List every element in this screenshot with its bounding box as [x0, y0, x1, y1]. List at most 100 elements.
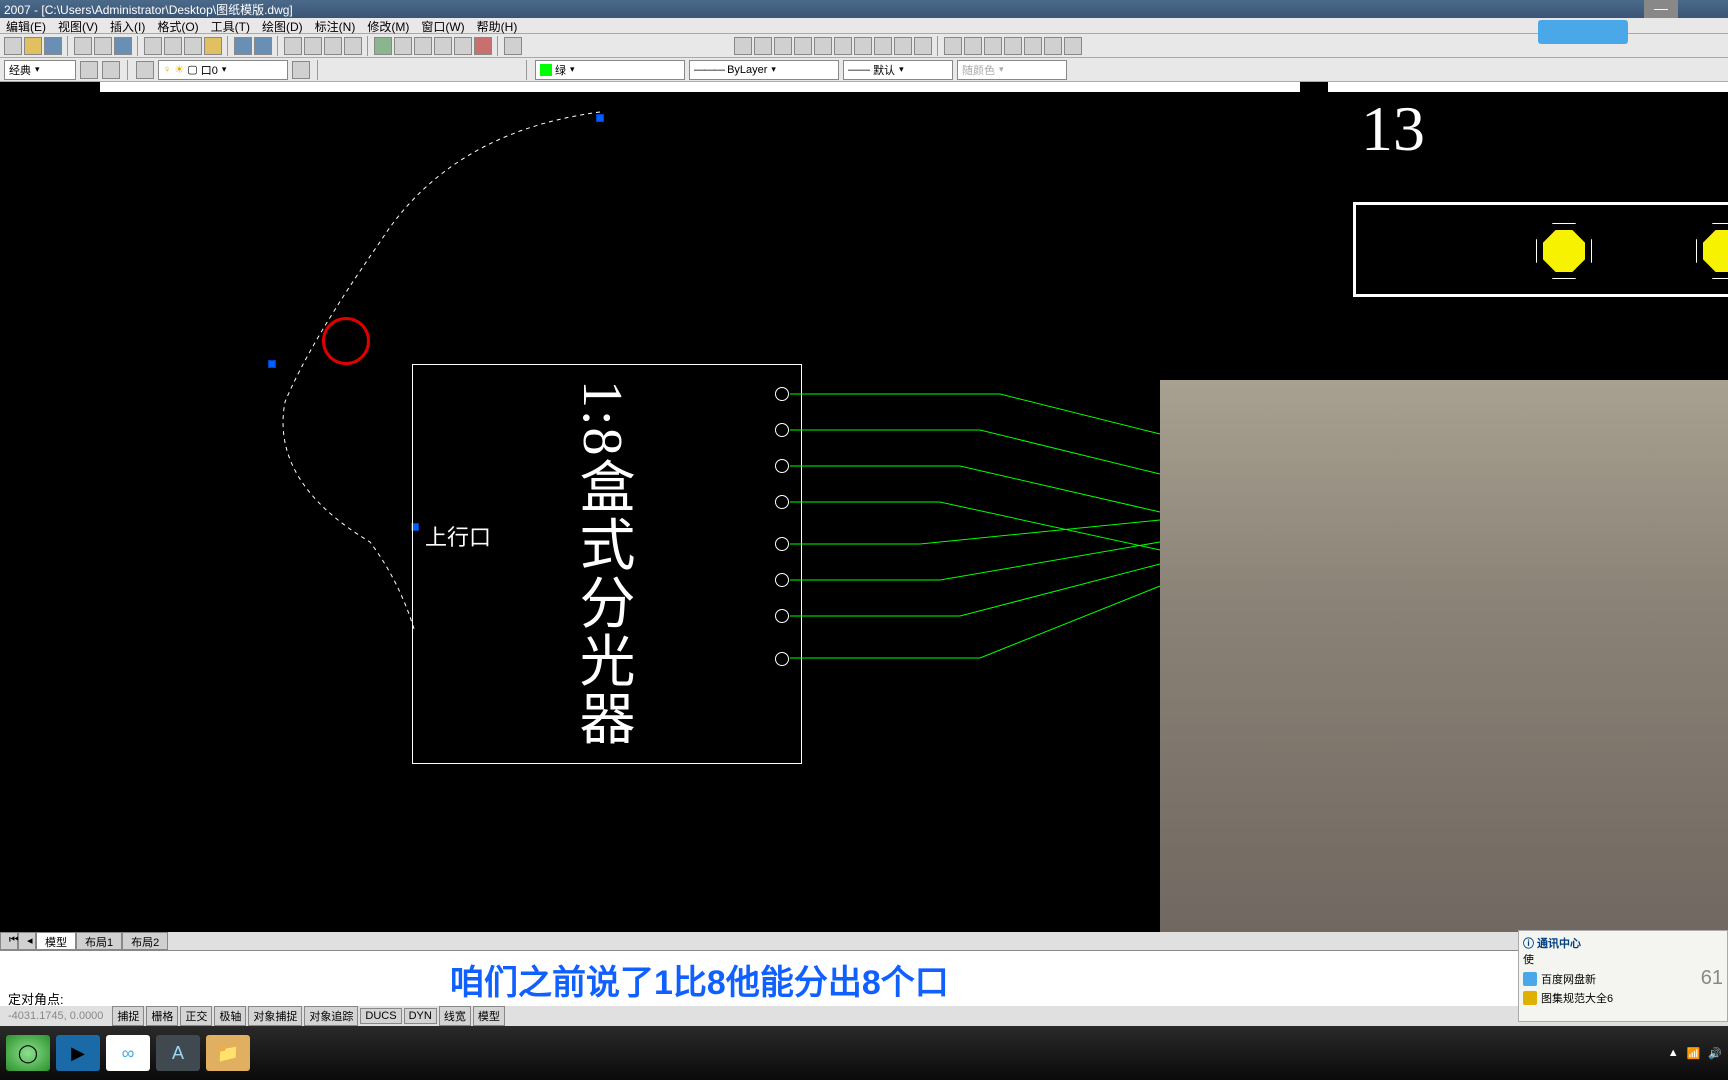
taskbar-app-icon[interactable]: ▶	[56, 1035, 100, 1071]
system-tray[interactable]: ▲ 📶 🔊	[1668, 1047, 1722, 1060]
calc-icon[interactable]	[474, 37, 492, 55]
menu-view[interactable]: 视图(V)	[52, 18, 104, 33]
tolerance-icon[interactable]	[964, 37, 982, 55]
tab-layout2[interactable]: 布局2	[122, 932, 168, 950]
layer-select[interactable]: ♀ ☀ ▢ 口0	[158, 60, 288, 80]
help-icon[interactable]	[504, 37, 522, 55]
dim-edit-icon[interactable]	[1004, 37, 1022, 55]
output-port[interactable]	[775, 537, 789, 551]
workspace-select[interactable]: 经典	[4, 60, 76, 80]
dim-ordinate-icon[interactable]	[794, 37, 812, 55]
ortho-toggle[interactable]: 正交	[180, 1006, 212, 1026]
menu-modify[interactable]: 修改(M)	[361, 18, 415, 33]
dim-radius-icon[interactable]	[814, 37, 832, 55]
taskbar-autocad-icon[interactable]: A	[156, 1035, 200, 1071]
layer-prev-icon[interactable]	[292, 61, 310, 79]
grip[interactable]	[596, 114, 604, 122]
dim-linear-icon[interactable]	[734, 37, 752, 55]
output-port[interactable]	[775, 387, 789, 401]
tab-layout1[interactable]: 布局1	[76, 932, 122, 950]
cloud-sync-button[interactable]	[1538, 20, 1628, 44]
save-icon[interactable]	[44, 37, 62, 55]
menu-tools[interactable]: 工具(T)	[205, 18, 256, 33]
model-toggle[interactable]: 模型	[473, 1006, 505, 1026]
taskbar-baidu-icon[interactable]: ∞	[106, 1035, 150, 1071]
dim-angular-icon[interactable]	[854, 37, 872, 55]
output-port[interactable]	[775, 609, 789, 623]
dyn-toggle[interactable]: DYN	[404, 1008, 437, 1024]
layer-manager-icon[interactable]	[136, 61, 154, 79]
grid-toggle[interactable]: 栅格	[146, 1006, 178, 1026]
coordinates-display[interactable]: -4031.1745, 0.0000	[0, 1010, 111, 1022]
workspace-save-icon[interactable]	[102, 61, 120, 79]
markup-icon[interactable]	[454, 37, 472, 55]
dim-baseline-icon[interactable]	[894, 37, 912, 55]
linetype-select[interactable]: ——— ByLayer	[689, 60, 839, 80]
tray-flag-icon[interactable]: ▲	[1668, 1047, 1679, 1059]
menu-help[interactable]: 帮助(H)	[471, 18, 524, 33]
properties-icon[interactable]	[374, 37, 392, 55]
color-select[interactable]: 绿	[535, 60, 685, 80]
menu-draw[interactable]: 绘图(D)	[256, 18, 309, 33]
output-port[interactable]	[775, 459, 789, 473]
dim-diameter-icon[interactable]	[834, 37, 852, 55]
taskbar-explorer-icon[interactable]: 📁	[206, 1035, 250, 1071]
dim-tedit-icon[interactable]	[1024, 37, 1042, 55]
plotstyle-select[interactable]: 随颜色	[957, 60, 1067, 80]
dim-arc-icon[interactable]	[774, 37, 792, 55]
zoom-prev-icon[interactable]	[344, 37, 362, 55]
match-icon[interactable]	[204, 37, 222, 55]
undo-icon[interactable]	[234, 37, 252, 55]
publish-icon[interactable]	[114, 37, 132, 55]
lineweight-select[interactable]: —— 默认	[843, 60, 953, 80]
dimstyle-icon[interactable]	[1064, 37, 1082, 55]
menu-insert[interactable]: 插入(I)	[104, 18, 151, 33]
circle-marker[interactable]	[322, 317, 370, 365]
zoom-window-icon[interactable]	[324, 37, 342, 55]
centermark-icon[interactable]	[984, 37, 1002, 55]
dim-aligned-icon[interactable]	[754, 37, 772, 55]
notification-popup[interactable]: ⓘ 通讯中心 使 百度网盘新 61 图集规范大全6	[1518, 930, 1728, 1022]
output-port[interactable]	[775, 423, 789, 437]
tab-scroll-first-icon[interactable]: ⏮	[0, 932, 18, 950]
ducs-toggle[interactable]: DUCS	[360, 1008, 401, 1024]
drawing-canvas[interactable]: 上行口 1:8盒式分光器 13 X	[0, 82, 1728, 932]
grip[interactable]	[268, 360, 276, 368]
window-minimize-button[interactable]: —	[1644, 0, 1678, 18]
tab-model[interactable]: 模型	[36, 932, 76, 950]
leader-icon[interactable]	[944, 37, 962, 55]
osnap-toggle[interactable]: 对象捕捉	[248, 1006, 302, 1026]
tray-volume-icon[interactable]: 🔊	[1708, 1047, 1722, 1060]
preview-icon[interactable]	[94, 37, 112, 55]
designcenter-icon[interactable]	[394, 37, 412, 55]
output-port[interactable]	[775, 652, 789, 666]
dim-continue-icon[interactable]	[914, 37, 932, 55]
menu-dimension[interactable]: 标注(N)	[309, 18, 362, 33]
otrack-toggle[interactable]: 对象追踪	[304, 1006, 358, 1026]
open-icon[interactable]	[24, 37, 42, 55]
dim-update-icon[interactable]	[1044, 37, 1062, 55]
zoom-icon[interactable]	[304, 37, 322, 55]
sheetset-icon[interactable]	[434, 37, 452, 55]
tray-network-icon[interactable]: 📶	[1687, 1047, 1701, 1060]
tab-scroll-prev-icon[interactable]: ◂	[18, 932, 36, 950]
dim-quick-icon[interactable]	[874, 37, 892, 55]
output-port[interactable]	[775, 573, 789, 587]
menu-window[interactable]: 窗口(W)	[415, 18, 470, 33]
snap-toggle[interactable]: 捕捉	[112, 1006, 144, 1026]
workspace-settings-icon[interactable]	[80, 61, 98, 79]
new-icon[interactable]	[4, 37, 22, 55]
menu-edit[interactable]: 编辑(E)	[0, 18, 52, 33]
paste-icon[interactable]	[184, 37, 202, 55]
command-area[interactable]: 咱们之前说了1比8他能分出8个口 定对角点:	[0, 950, 1728, 1006]
toolpalette-icon[interactable]	[414, 37, 432, 55]
output-port[interactable]	[775, 495, 789, 509]
print-icon[interactable]	[74, 37, 92, 55]
start-button[interactable]: ◯	[6, 1035, 50, 1071]
pan-icon[interactable]	[284, 37, 302, 55]
polar-toggle[interactable]: 极轴	[214, 1006, 246, 1026]
menu-format[interactable]: 格式(O)	[151, 18, 204, 33]
redo-icon[interactable]	[254, 37, 272, 55]
copy-icon[interactable]	[164, 37, 182, 55]
cut-icon[interactable]	[144, 37, 162, 55]
